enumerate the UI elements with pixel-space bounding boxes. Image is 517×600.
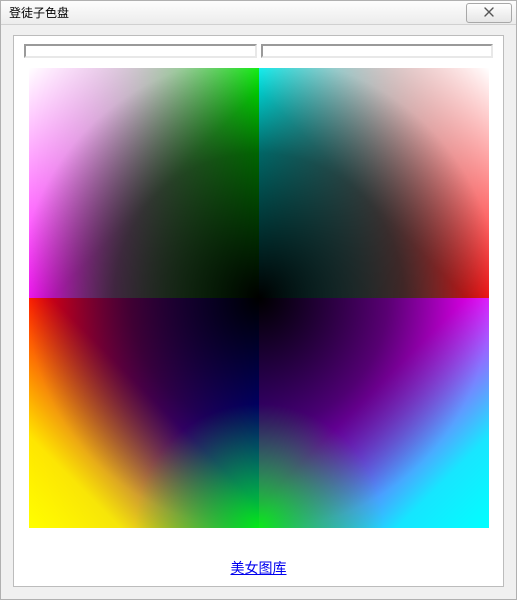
titlebar: 登徒子色盘 — [1, 1, 516, 25]
close-button[interactable] — [466, 3, 512, 23]
client-area: 美女图库 — [13, 35, 504, 587]
close-icon — [484, 6, 494, 20]
app-window: 登徒子色盘 — [0, 0, 517, 600]
palette-quadrant-bl — [29, 298, 259, 528]
window-title: 登徒子色盘 — [9, 4, 69, 21]
input-row — [24, 44, 493, 60]
color-field-right[interactable] — [261, 44, 494, 58]
gallery-link[interactable]: 美女图库 — [231, 560, 287, 576]
palette-quadrant-br — [259, 298, 489, 528]
color-palette[interactable] — [29, 68, 489, 528]
color-field-left[interactable] — [24, 44, 257, 58]
footer-link-row: 美女图库 — [24, 554, 493, 580]
palette-quadrant-tr — [259, 68, 489, 298]
palette-quadrant-tl-render — [29, 68, 259, 298]
palette-container — [24, 68, 493, 554]
